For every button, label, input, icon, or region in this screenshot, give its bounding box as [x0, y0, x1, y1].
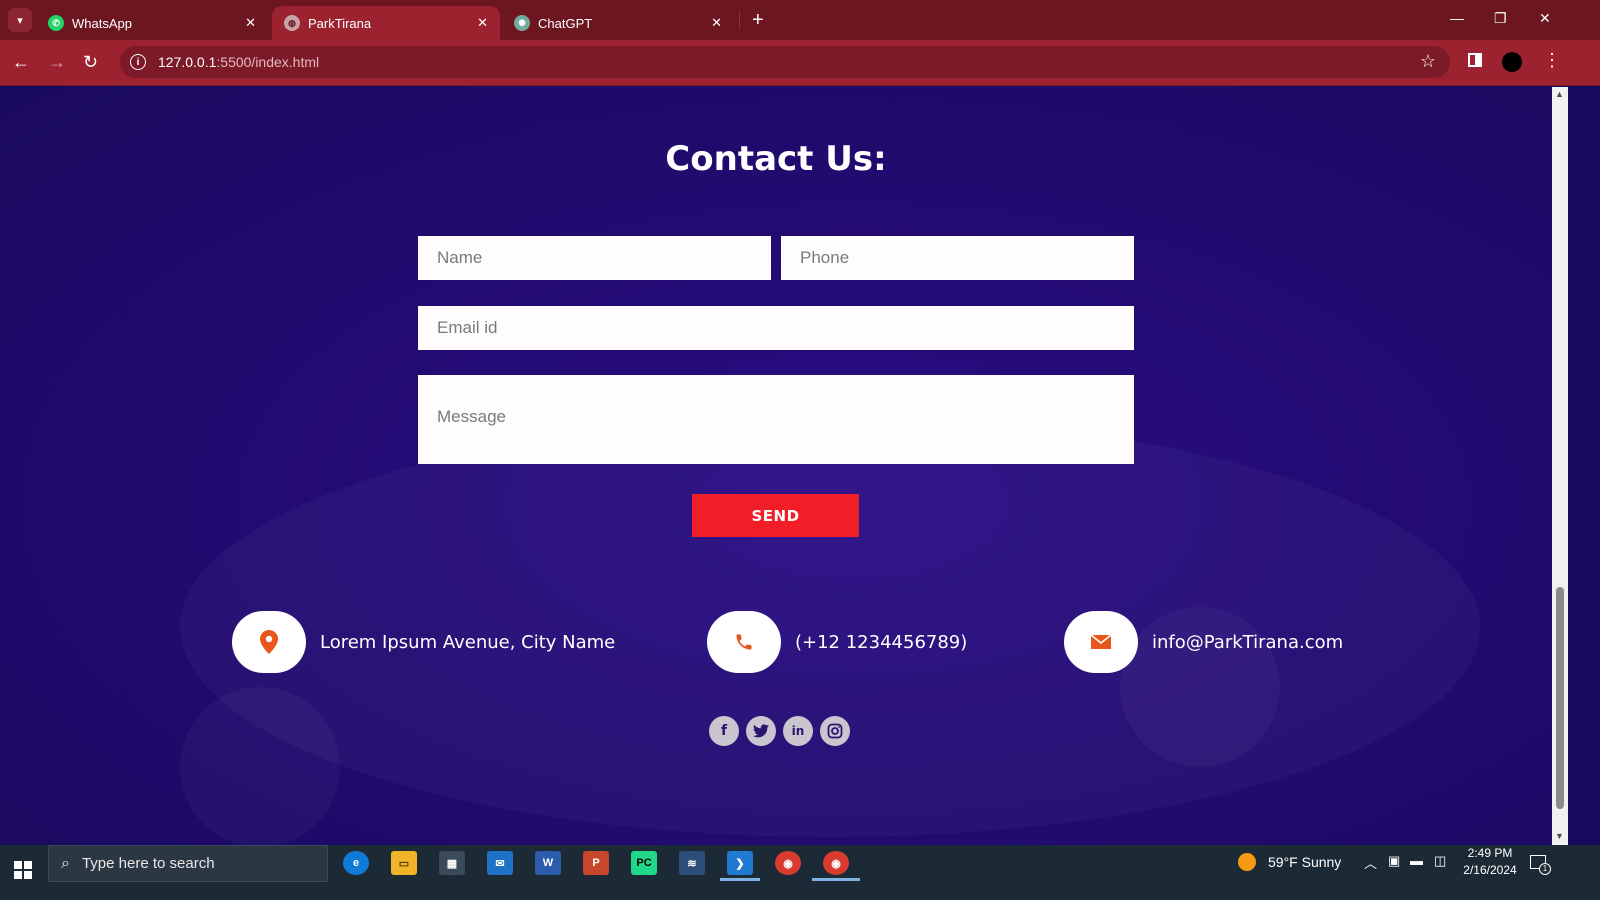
- chrome-active-indicator: [812, 878, 860, 881]
- tab-whatsapp[interactable]: ✆ WhatsApp ✕: [36, 6, 268, 40]
- new-tab-icon[interactable]: +: [752, 10, 764, 30]
- weather-widget[interactable]: 59°F Sunny: [1238, 853, 1341, 871]
- tab-label: ChatGPT: [538, 15, 593, 31]
- forward-icon[interactable]: →: [48, 52, 66, 72]
- bookmark-star-icon[interactable]: ☆: [1420, 51, 1436, 72]
- browser-tab-strip: ▾ ✆ WhatsApp ✕ ◍ ParkTirana ✕ ✺ ChatGPT …: [0, 0, 1600, 40]
- vscode-active-indicator: [720, 878, 760, 881]
- windows-taskbar: ⌕ Type here to search e ▭ ▦ ✉ W P PC ≋ ❯…: [0, 845, 1600, 900]
- browser-menu-icon[interactable]: ⋮: [1543, 50, 1561, 71]
- scroll-up-icon[interactable]: ▲: [1555, 89, 1564, 99]
- email-info: info@ParkTirana.com: [1064, 611, 1343, 673]
- close-window-icon[interactable]: ✕: [1539, 10, 1551, 27]
- phone-text: (+12 1234456789): [795, 631, 968, 653]
- phone-input[interactable]: [781, 236, 1134, 280]
- clock-time: 2:49 PM: [1467, 846, 1513, 860]
- pycharm-icon[interactable]: PC: [631, 851, 657, 875]
- contact-title: Contact Us:: [665, 139, 887, 179]
- phone-icon: [736, 634, 752, 650]
- minimize-icon[interactable]: —: [1450, 10, 1464, 26]
- weather-text: 59°F Sunny: [1268, 854, 1342, 870]
- message-textarea[interactable]: [418, 375, 1134, 464]
- location-badge: [232, 611, 306, 673]
- chrome-icon[interactable]: ◉: [775, 851, 801, 875]
- phone-badge: [707, 611, 781, 673]
- vscode-icon[interactable]: ❯: [727, 851, 753, 875]
- background-wheel: [180, 687, 340, 845]
- notification-count: 1: [1539, 863, 1551, 875]
- back-icon[interactable]: ←: [12, 52, 30, 72]
- name-input[interactable]: [418, 236, 771, 280]
- email-input[interactable]: [418, 306, 1134, 350]
- mysql-workbench-icon[interactable]: ≋: [679, 851, 705, 875]
- tab-separator: [739, 12, 740, 28]
- powerpoint-icon[interactable]: P: [583, 851, 609, 875]
- reload-icon[interactable]: ↻: [83, 52, 98, 72]
- meet-icon[interactable]: ▣: [1388, 853, 1400, 869]
- social-links: f in: [709, 716, 850, 746]
- word-icon[interactable]: W: [535, 851, 561, 875]
- email-badge: [1064, 611, 1138, 673]
- facebook-icon[interactable]: f: [709, 716, 739, 746]
- sun-icon: [1238, 853, 1256, 871]
- battery-icon[interactable]: ▬: [1410, 853, 1423, 868]
- microsoft-store-icon[interactable]: ▦: [439, 851, 465, 875]
- site-info-icon[interactable]: i: [130, 54, 146, 70]
- browser-toolbar: ← → ↻ i 127.0.0.1:5500/index.html ☆ ⋮: [0, 40, 1600, 86]
- tab-search-button[interactable]: ▾: [8, 8, 32, 32]
- scroll-down-icon[interactable]: ▼: [1555, 831, 1564, 841]
- taskbar-search-placeholder: Type here to search: [81, 855, 215, 872]
- taskbar-clock[interactable]: 2:49 PM 2/16/2024: [1455, 845, 1525, 879]
- close-tab-icon[interactable]: ✕: [711, 15, 722, 31]
- side-panel-icon[interactable]: [1468, 53, 1482, 67]
- chatgpt-icon: ✺: [514, 15, 530, 31]
- page-viewport: Contact Us: SEND Lorem Ipsum Avenue, Cit…: [0, 87, 1552, 845]
- close-tab-icon[interactable]: ✕: [245, 15, 256, 31]
- linkedin-icon[interactable]: in: [783, 716, 813, 746]
- page-scrollbar[interactable]: ▲ ▼: [1552, 87, 1568, 845]
- address-info: Lorem Ipsum Avenue, City Name: [232, 611, 615, 673]
- network-icon[interactable]: ◫: [1434, 853, 1446, 869]
- address-text: Lorem Ipsum Avenue, City Name: [320, 631, 616, 653]
- url-host: 127.0.0.1: [158, 54, 217, 70]
- windows-start-icon[interactable]: [14, 861, 32, 879]
- clock-date: 2/16/2024: [1463, 863, 1517, 877]
- send-button[interactable]: SEND: [692, 494, 859, 537]
- mail-icon[interactable]: ✉: [487, 851, 513, 875]
- tab-chatgpt[interactable]: ✺ ChatGPT ✕: [502, 6, 734, 40]
- profile-avatar[interactable]: [1502, 52, 1522, 72]
- instagram-icon[interactable]: [820, 716, 850, 746]
- tab-label: ParkTirana: [308, 15, 372, 31]
- envelope-icon: [1091, 635, 1111, 649]
- edge-icon[interactable]: e: [343, 851, 369, 875]
- tab-label: WhatsApp: [72, 15, 132, 31]
- chrome-profile-icon[interactable]: ◉: [823, 851, 849, 875]
- close-tab-icon[interactable]: ✕: [477, 15, 488, 31]
- tab-parktirana[interactable]: ◍ ParkTirana ✕: [272, 6, 500, 40]
- phone-info: (+12 1234456789): [707, 611, 967, 673]
- whatsapp-icon: ✆: [48, 15, 64, 31]
- email-text: info@ParkTirana.com: [1152, 631, 1344, 653]
- twitter-icon[interactable]: [746, 716, 776, 746]
- tray-chevron-icon[interactable]: ︿: [1364, 853, 1377, 872]
- globe-icon: ◍: [284, 15, 300, 31]
- search-icon: ⌕: [61, 854, 70, 872]
- map-pin-icon: [260, 630, 278, 654]
- address-bar[interactable]: i 127.0.0.1:5500/index.html ☆: [120, 46, 1450, 78]
- scroll-thumb[interactable]: [1556, 587, 1564, 809]
- taskbar-search-box[interactable]: ⌕ Type here to search: [48, 845, 328, 882]
- file-explorer-icon[interactable]: ▭: [391, 851, 417, 875]
- restore-icon[interactable]: ❐: [1494, 10, 1507, 27]
- url-path: :5500/index.html: [216, 54, 320, 70]
